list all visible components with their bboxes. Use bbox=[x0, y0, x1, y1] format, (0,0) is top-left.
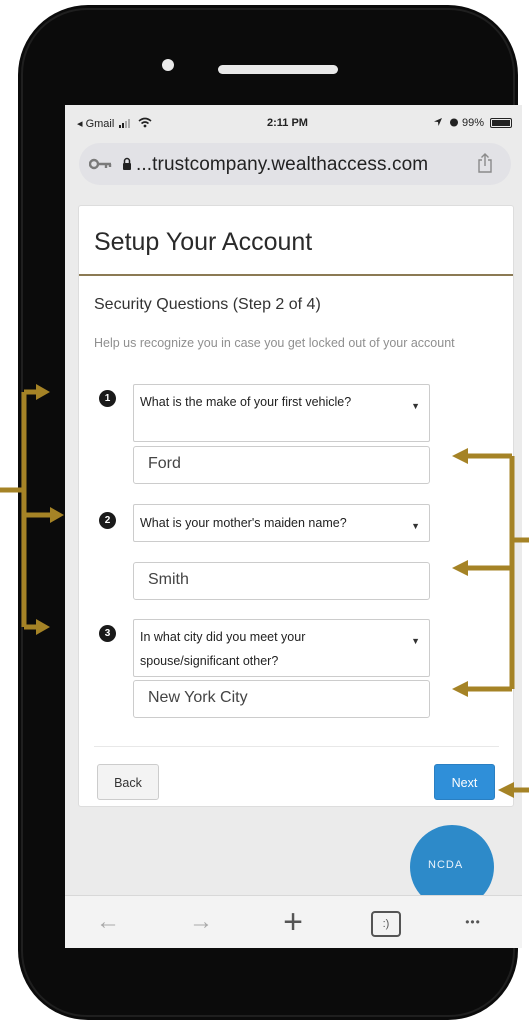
arrowhead-question-2-icon bbox=[50, 507, 64, 523]
arrowhead-answer-1-icon bbox=[452, 448, 468, 464]
right-arrowheads bbox=[452, 448, 514, 798]
right-bracket-lines bbox=[466, 453, 529, 793]
left-arrowheads bbox=[36, 384, 64, 635]
annotation-arrows bbox=[0, 384, 529, 798]
arrowhead-question-3-icon bbox=[36, 619, 50, 635]
arrowhead-answer-3-icon bbox=[452, 681, 468, 697]
arrowhead-answer-2-icon bbox=[452, 560, 468, 576]
arrowhead-next-icon bbox=[498, 782, 514, 798]
arrowhead-question-1-icon bbox=[36, 384, 50, 400]
left-bracket-lines bbox=[0, 389, 50, 630]
